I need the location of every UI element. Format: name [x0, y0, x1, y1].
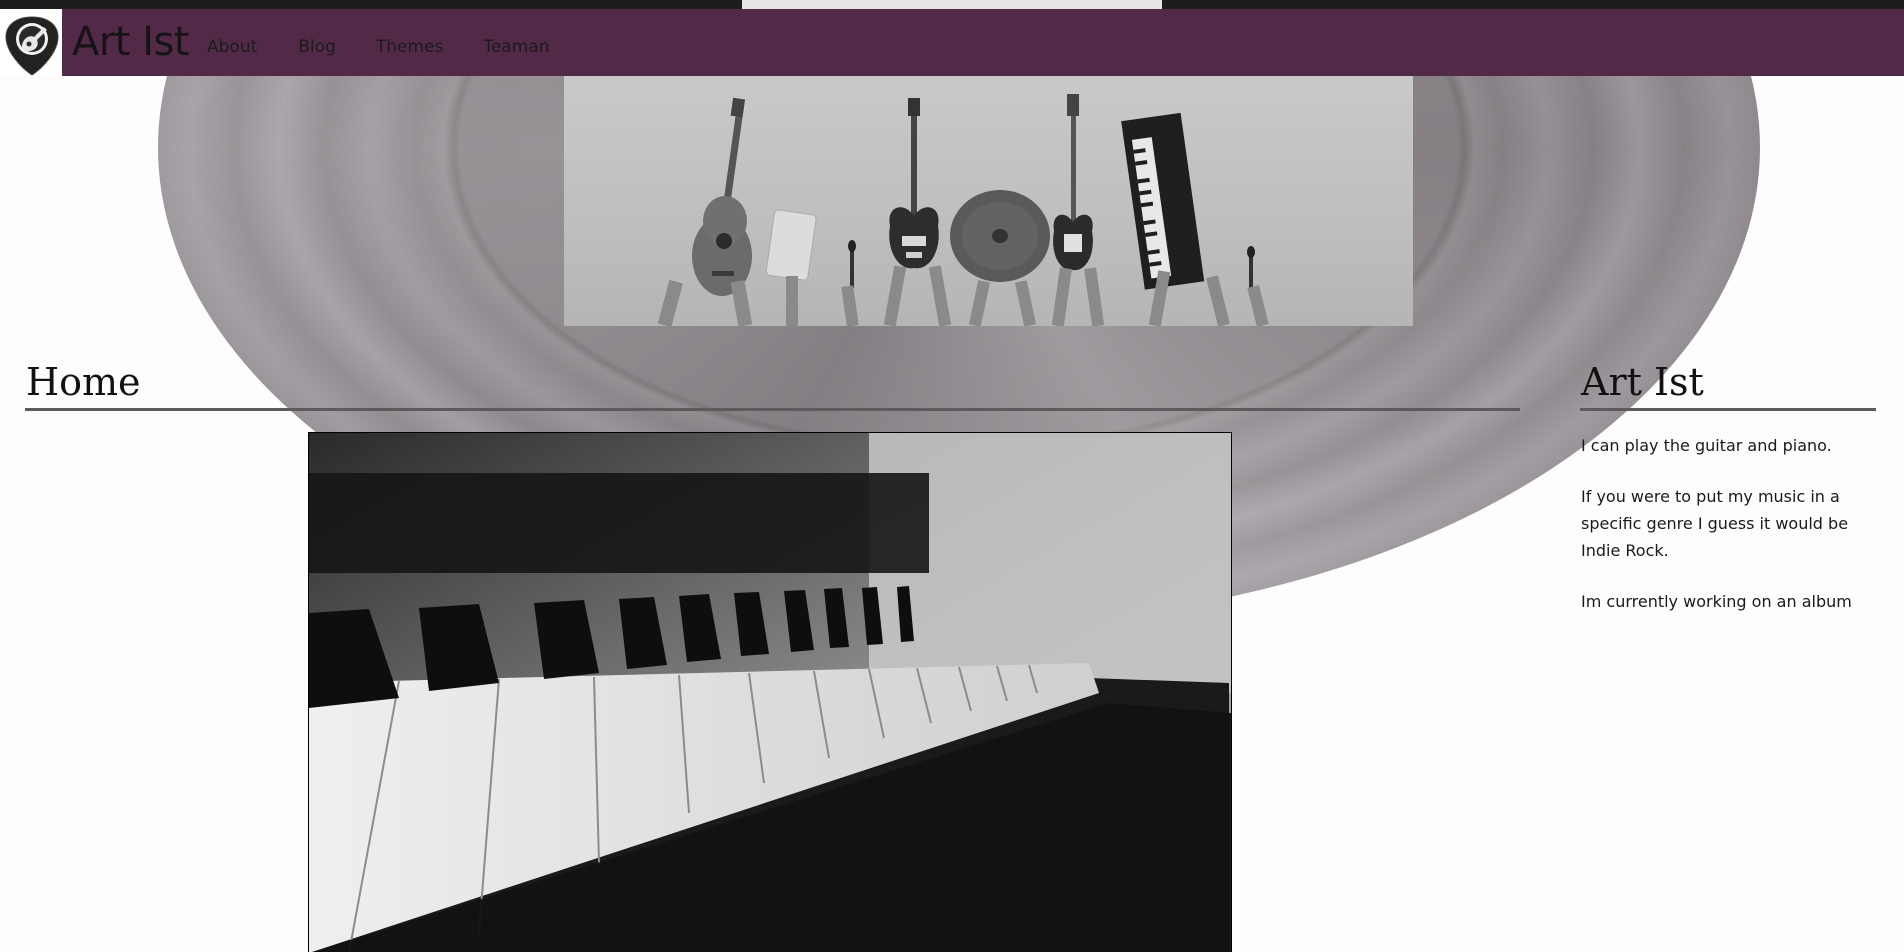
cymbal-icon	[950, 190, 1050, 282]
guitar-pick-logo-icon[interactable]	[4, 15, 60, 77]
nav-item-themes[interactable]: Themes	[376, 37, 444, 57]
nav-item-blog[interactable]: Blog	[298, 37, 336, 57]
piano-photo	[308, 432, 1232, 952]
bass-guitar-icon	[1053, 94, 1093, 271]
piano-keys-illustration	[309, 433, 1231, 952]
nav-item-teaman[interactable]: Teaman	[483, 37, 549, 57]
sidebar-title: Art Ist	[1581, 360, 1704, 404]
page: Art Ist About Blog Themes Teaman Home Ar…	[0, 0, 1904, 952]
site-title[interactable]: Art Ist	[72, 14, 190, 70]
instruments-illustration	[657, 94, 1269, 326]
top-strip-highlight	[742, 0, 1162, 9]
heading-divider	[25, 408, 1520, 411]
main-nav: About Blog Themes Teaman	[207, 37, 590, 57]
sidebar-paragraph: Im currently working on an album	[1581, 592, 1852, 611]
sidebar-paragraph: If you were to put my music in a specifi…	[1581, 487, 1849, 560]
banner-image	[564, 76, 1413, 326]
tablet-icon	[765, 209, 817, 281]
acoustic-guitar-icon	[692, 97, 752, 296]
electric-guitar-icon	[889, 98, 939, 269]
sidebar-paragraph: I can play the guitar and piano.	[1581, 436, 1832, 455]
keyboard-icon	[1121, 112, 1205, 290]
microphone-icon	[848, 240, 856, 288]
nav-item-about[interactable]: About	[207, 37, 257, 57]
sidebar-divider	[1580, 408, 1876, 411]
sidebar-content: I can play the guitar and piano. If you …	[1581, 432, 1881, 639]
page-title: Home	[26, 360, 141, 404]
